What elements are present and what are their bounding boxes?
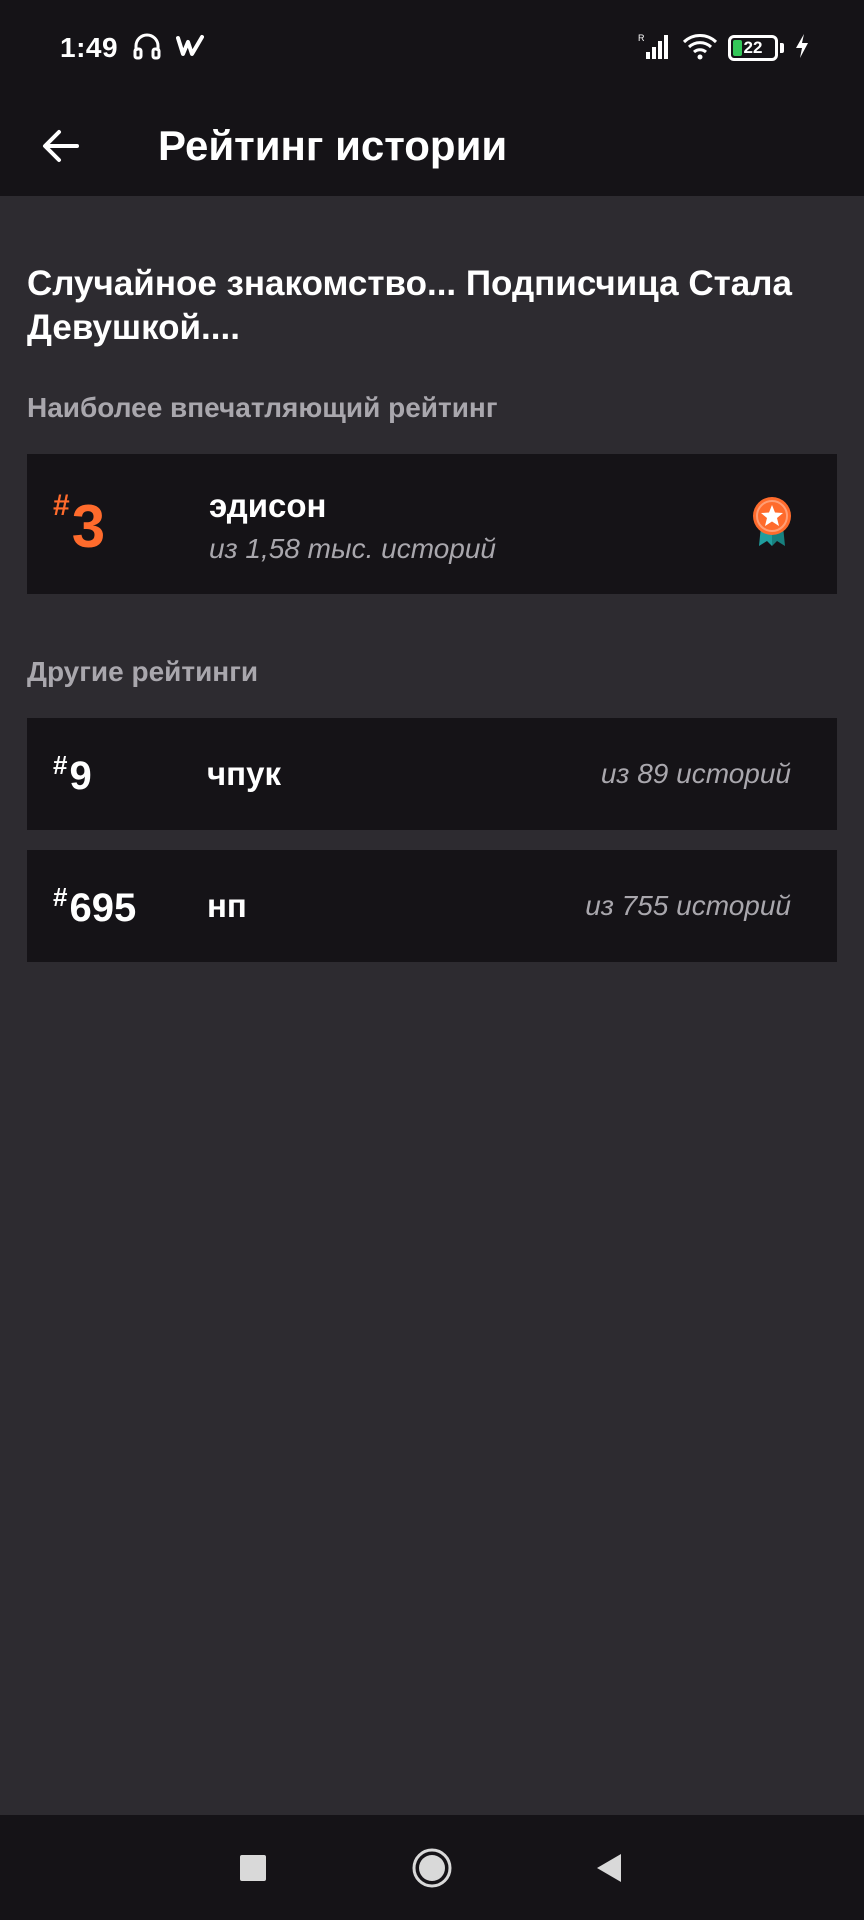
rank-number: # 9 — [53, 752, 92, 796]
home-circle-icon — [412, 1848, 452, 1888]
battery-icon: 22 — [728, 35, 778, 61]
battery-level: 22 — [743, 38, 763, 57]
rank-hash: # — [53, 750, 68, 780]
headphones-icon — [132, 31, 162, 66]
wifi-icon — [682, 32, 718, 65]
back-triangle-icon — [597, 1854, 621, 1882]
back-button[interactable] — [26, 111, 96, 181]
status-time: 1:49 — [60, 32, 119, 63]
recents-square-icon — [240, 1855, 266, 1881]
battery-cap — [780, 43, 784, 53]
system-nav-bar — [0, 1815, 864, 1920]
recents-button[interactable] — [226, 1841, 280, 1895]
tag-name: нп — [207, 887, 247, 924]
arrow-left-icon — [43, 130, 79, 162]
system-back-button[interactable] — [582, 1841, 636, 1895]
best-ranking-card[interactable]: # 3 эдисон из 1,58 тыс. историй — [27, 454, 837, 594]
best-ranking-label: Наиболее впечатляющий рейтинг — [27, 392, 498, 423]
tag-count: из 1,58 тыс. историй — [209, 533, 496, 564]
page-title: Рейтинг истории — [158, 122, 508, 169]
ranking-card[interactable]: # 9 чпук из 89 историй — [27, 718, 837, 830]
cellular-signal-icon: R — [638, 32, 672, 65]
story-title: Случайное знакомство... Подписчица Стала… — [27, 264, 792, 347]
battery-fill — [733, 40, 742, 56]
charging-bolt-icon — [794, 33, 810, 64]
rank-number: # 695 — [53, 884, 136, 928]
other-rankings-label: Другие рейтинги — [27, 656, 259, 687]
app-bar: Рейтинг истории — [0, 96, 864, 196]
wattpad-logo-icon — [176, 34, 205, 63]
best-ranking-text: эдисон из 1,58 тыс. историй — [209, 487, 496, 565]
award-ribbon-icon — [751, 496, 793, 548]
content: Случайное знакомство... Подписчица Стала… — [27, 196, 837, 962]
rank-hash: # — [53, 882, 68, 912]
svg-text:R: R — [638, 33, 645, 43]
status-right: R 22 — [638, 32, 810, 65]
rank-value: 3 — [71, 493, 106, 560]
tag-name: эдисон — [209, 487, 327, 524]
status-bar: 1:49 R 22 — [0, 0, 864, 96]
rank-value: 695 — [69, 886, 137, 930]
tag-name: чпук — [207, 755, 281, 792]
tag-count: из 89 историй — [600, 758, 791, 789]
rank-hash: # — [53, 489, 70, 522]
ranking-card[interactable]: # 695 нп из 755 историй — [27, 850, 837, 962]
rank-value: 9 — [69, 754, 92, 798]
tag-count: из 755 историй — [585, 890, 791, 921]
rank-number: # 3 — [53, 491, 105, 557]
home-button[interactable] — [405, 1841, 459, 1895]
status-left: 1:49 — [60, 31, 205, 66]
